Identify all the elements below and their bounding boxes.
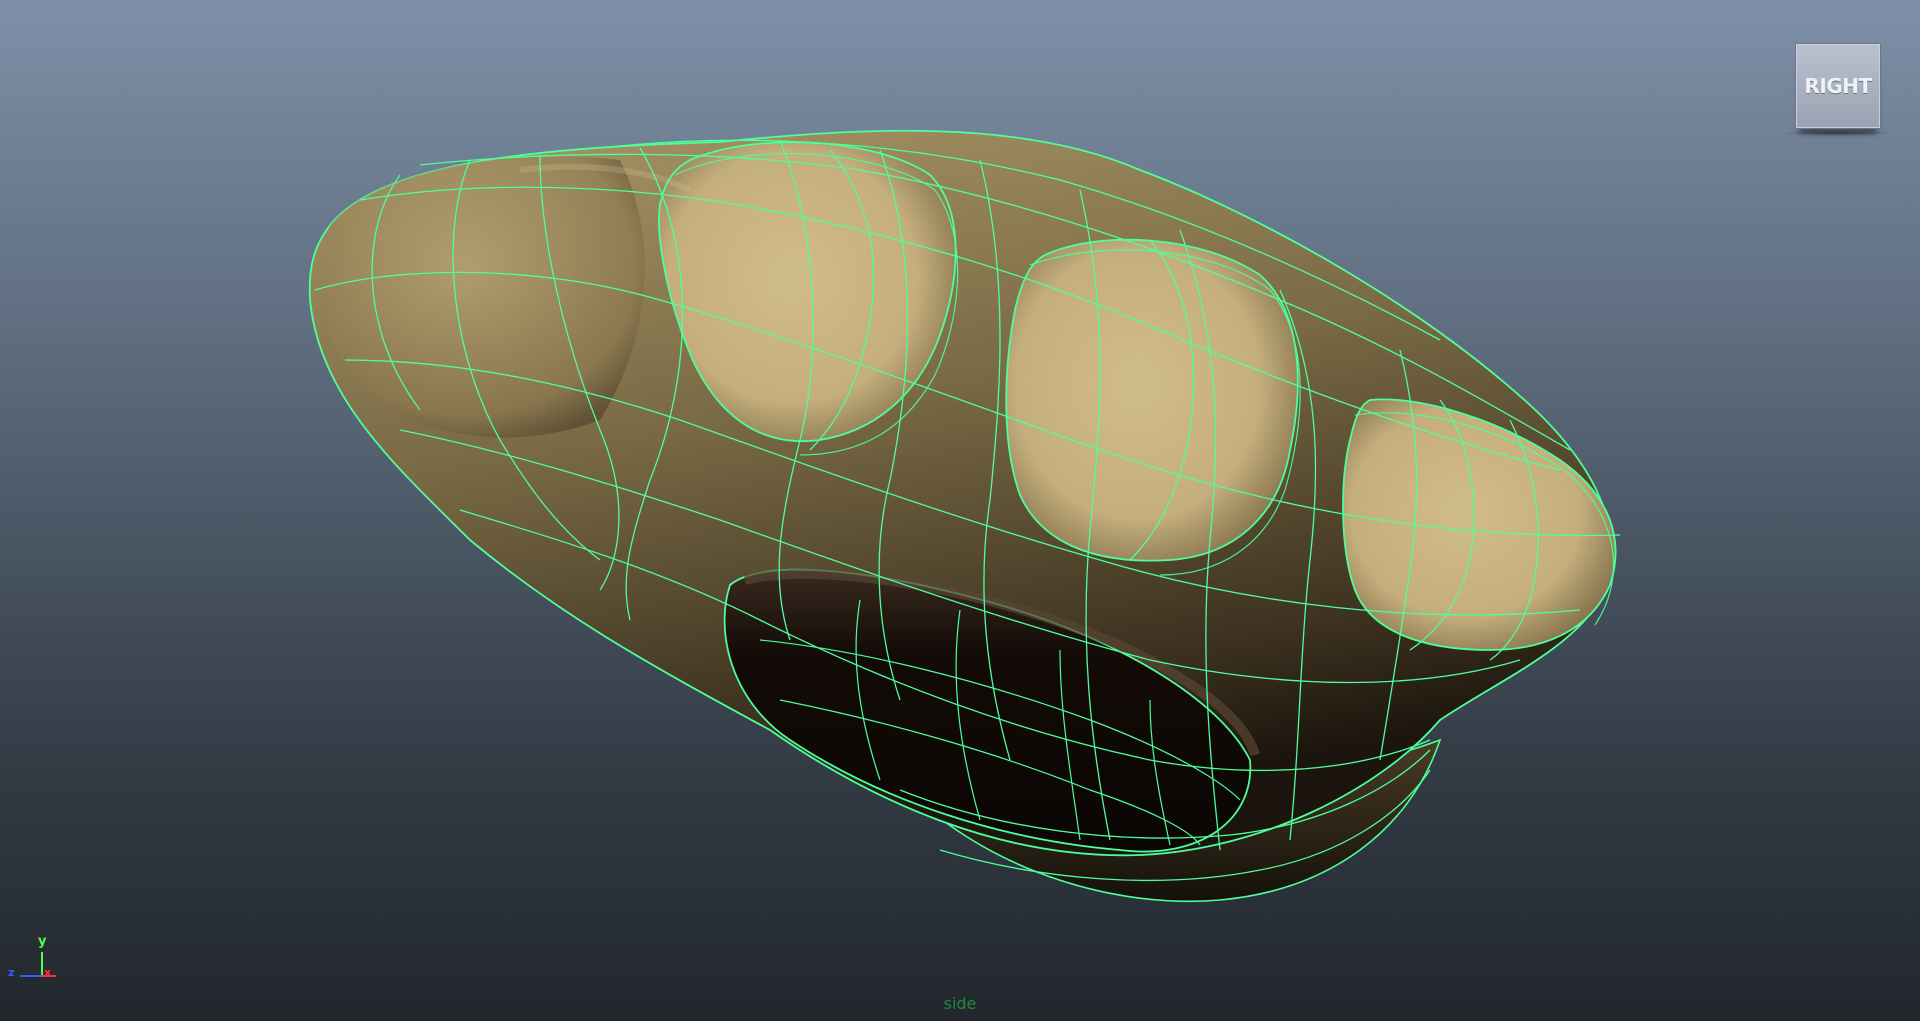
axis-gizmo: y x z — [8, 934, 58, 982]
camera-name-label: side — [943, 994, 977, 1013]
axis-z-label: z — [8, 966, 15, 979]
modeling-viewport[interactable]: RIGHT y x z side — [0, 0, 1920, 1021]
nurbs-model-render[interactable] — [0, 0, 1920, 1021]
view-cube-right-face[interactable]: RIGHT — [1796, 44, 1880, 128]
view-cube-label: RIGHT — [1804, 74, 1872, 98]
cap-plate-middle — [1005, 238, 1299, 562]
axis-y-label: y — [38, 934, 47, 949]
view-cube-shadow — [1782, 130, 1892, 136]
axis-x-label: x — [44, 966, 52, 979]
